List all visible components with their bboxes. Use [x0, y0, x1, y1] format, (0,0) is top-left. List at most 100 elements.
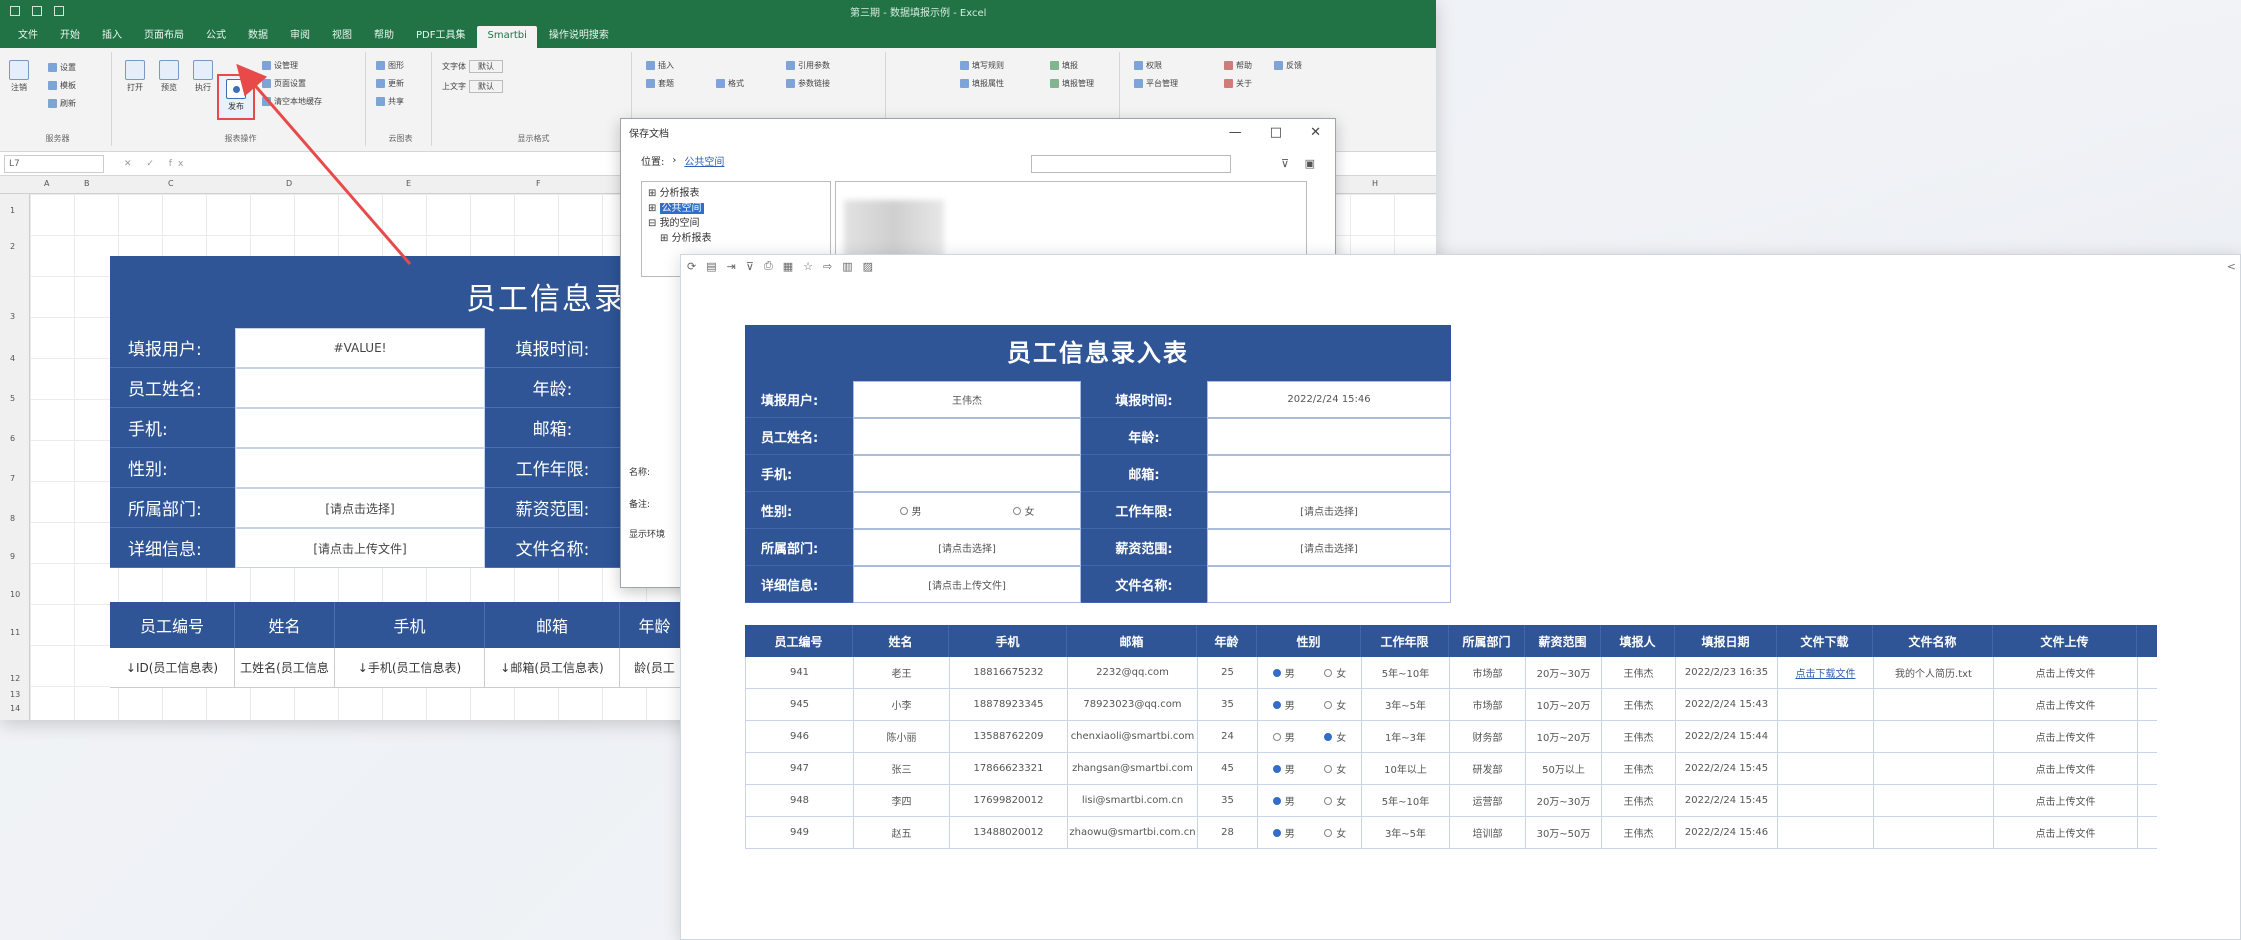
clear-cache-button[interactable]: 清空本地缓存: [262, 96, 322, 107]
form-cell[interactable]: [235, 448, 485, 488]
download-file-link[interactable]: [1778, 753, 1874, 784]
table-cell-fname[interactable]: [1874, 689, 1994, 720]
col-header[interactable]: H: [1372, 179, 1378, 188]
table-cell-age[interactable]: 28: [1198, 817, 1258, 848]
download-file-link[interactable]: [1778, 721, 1874, 752]
table-cell-date[interactable]: 2022/2/24 15:43: [1676, 689, 1778, 720]
upload-file-link[interactable]: 点击上传文件: [1994, 657, 2138, 688]
row-header[interactable]: 3: [10, 312, 15, 321]
save-icon[interactable]: [10, 6, 20, 16]
menu-smartbi[interactable]: Smartbi: [477, 26, 537, 48]
table-cell-phone[interactable]: 18816675232: [950, 657, 1068, 688]
location-path-link[interactable]: 公共空间: [684, 153, 724, 168]
forward-icon[interactable]: ⇨: [823, 260, 832, 273]
row-header[interactable]: 2: [10, 242, 15, 251]
tree-item[interactable]: ⊟ 我的空间: [648, 216, 824, 231]
employee-name-input[interactable]: [853, 418, 1081, 455]
share-icon[interactable]: <: [2227, 260, 2236, 273]
table-cell-fname[interactable]: 我的个人简历.txt: [1874, 657, 1994, 688]
table-cell-filler[interactable]: 王伟杰: [1602, 753, 1676, 784]
menu-home[interactable]: 开始: [50, 22, 90, 48]
table-cell-filler[interactable]: 王伟杰: [1602, 785, 1676, 816]
table-cell-email[interactable]: chenxiaoli@smartbi.com: [1068, 721, 1198, 752]
work-years-select[interactable]: [请点击选择]: [1207, 492, 1451, 529]
file-upload-button[interactable]: [请点击上传文件]: [853, 566, 1081, 603]
row-header[interactable]: 14: [10, 704, 20, 713]
table-cell-years[interactable]: 3年~5年: [1362, 817, 1450, 848]
about-button[interactable]: 关于: [1224, 78, 1252, 89]
undo-icon[interactable]: [32, 6, 42, 16]
menu-insert[interactable]: 插入: [92, 22, 132, 48]
col-header[interactable]: B: [84, 179, 90, 188]
table-cell-filler[interactable]: 王伟杰: [1602, 689, 1676, 720]
dialog-toolbar-icons[interactable]: ⊽ ▣: [1281, 157, 1321, 170]
form-cell[interactable]: [235, 368, 485, 408]
save-icon[interactable]: ▤: [706, 260, 716, 273]
star-icon[interactable]: ☆: [803, 260, 813, 273]
param-link-button[interactable]: 参数链接: [786, 78, 830, 89]
table-cell-email[interactable]: 78923023@qq.com: [1068, 689, 1198, 720]
table-cell-date[interactable]: 2022/2/24 15:46: [1676, 817, 1778, 848]
menu-search[interactable]: 操作说明搜索: [539, 22, 619, 48]
table-cell-phone[interactable]: 17699820012: [950, 785, 1068, 816]
table-cell-name[interactable]: 陈小丽: [854, 721, 950, 752]
age-input[interactable]: [1207, 418, 1451, 455]
table-cell[interactable]: ↓邮箱(员工信息表): [485, 648, 620, 687]
table-cell-id[interactable]: 941: [746, 657, 854, 688]
table-cell-id[interactable]: 948: [746, 785, 854, 816]
row-header[interactable]: 7: [10, 474, 15, 483]
font-select[interactable]: 默认: [469, 60, 503, 73]
permission-button[interactable]: 权限: [1134, 60, 1162, 71]
dialog-search-input[interactable]: [1031, 155, 1231, 173]
download-file-link[interactable]: 点击下载文件: [1778, 657, 1874, 688]
logout-button[interactable]: 注销: [8, 60, 30, 93]
tree-item[interactable]: ⊞ 分析报表: [648, 231, 824, 246]
table-cell-phone[interactable]: 13588762209: [950, 721, 1068, 752]
gender-male-radio[interactable]: 男: [1272, 825, 1295, 840]
gender-female-radio[interactable]: 女: [1324, 793, 1346, 808]
publish-button[interactable]: 发布: [217, 74, 255, 120]
menu-view[interactable]: 视图: [322, 22, 362, 48]
table-cell-filler[interactable]: 王伟杰: [1602, 721, 1676, 752]
refresh-icon[interactable]: ⟳: [687, 260, 696, 273]
table-cell-id[interactable]: 947: [746, 753, 854, 784]
table-cell[interactable]: ↓手机(员工信息表): [335, 648, 485, 687]
table-cell-id[interactable]: 949: [746, 817, 854, 848]
menu-review[interactable]: 审阅: [280, 22, 320, 48]
table-cell-years[interactable]: 5年~10年: [1362, 657, 1450, 688]
upper-font-select[interactable]: 默认: [469, 80, 503, 93]
export-icon[interactable]: ⇥: [727, 260, 736, 273]
header-button[interactable]: 套题: [646, 78, 674, 89]
table-cell-phone[interactable]: 18878923345: [950, 689, 1068, 720]
row-header[interactable]: 10: [10, 590, 20, 599]
table-cell-age[interactable]: 45: [1198, 753, 1258, 784]
table-cell-name[interactable]: 小李: [854, 689, 950, 720]
gender-female-radio[interactable]: 女: [1324, 697, 1346, 712]
table-cell-dept[interactable]: 市场部: [1450, 689, 1526, 720]
gender-female-radio[interactable]: 女: [1324, 825, 1346, 840]
gender-male-radio[interactable]: 男: [899, 503, 922, 518]
table-cell-fname[interactable]: [1874, 785, 1994, 816]
table-cell-dept[interactable]: 培训部: [1450, 817, 1526, 848]
upload-file-link[interactable]: 点击上传文件: [1994, 785, 2138, 816]
platform-mgmt-button[interactable]: 平台管理: [1134, 78, 1178, 89]
table-cell-dept[interactable]: 研发部: [1450, 753, 1526, 784]
write-manage-button[interactable]: 填报管理: [1050, 78, 1094, 89]
table-cell-email[interactable]: zhangsan@smartbi.com: [1068, 753, 1198, 784]
table-cell-name[interactable]: 张三: [854, 753, 950, 784]
cond-format-button[interactable]: 格式: [716, 78, 744, 89]
table-cell-phone[interactable]: 17866623321: [950, 753, 1068, 784]
spread-prop-button[interactable]: 填报属性: [960, 78, 1004, 89]
refresh-button[interactable]: 刷新: [48, 98, 76, 109]
table-cell-date[interactable]: 2022/2/24 15:44: [1676, 721, 1778, 752]
share-button[interactable]: 共享: [376, 96, 404, 107]
download-file-link[interactable]: [1778, 785, 1874, 816]
feedback-button[interactable]: 反馈: [1274, 60, 1302, 71]
download-file-link[interactable]: [1778, 689, 1874, 720]
filter-icon[interactable]: ⊽: [746, 260, 754, 273]
menu-page-layout[interactable]: 页面布局: [134, 22, 194, 48]
maximize-button[interactable]: □: [1270, 125, 1282, 140]
table-cell-name[interactable]: 李四: [854, 785, 950, 816]
upload-file-link[interactable]: 点击上传文件: [1994, 689, 2138, 720]
department-select[interactable]: [请点击选择]: [853, 529, 1081, 566]
